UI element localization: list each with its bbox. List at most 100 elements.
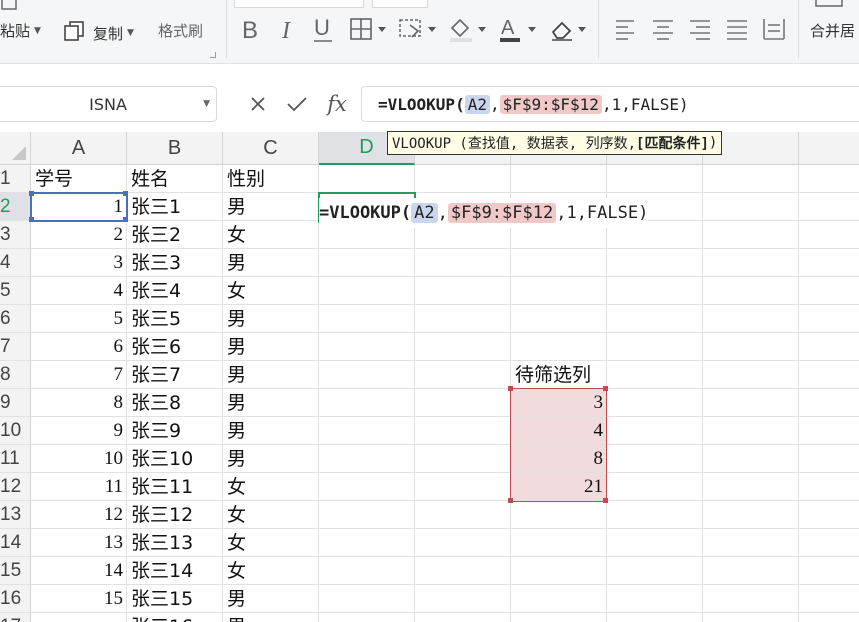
student-name-cell[interactable]: 张三7 bbox=[127, 361, 223, 389]
gender-cell[interactable]: 女 bbox=[223, 557, 319, 585]
grid-cell[interactable] bbox=[703, 473, 799, 501]
selection-handle[interactable] bbox=[123, 217, 128, 222]
grid-cell[interactable] bbox=[703, 333, 799, 361]
student-id-cell[interactable]: 10 bbox=[31, 445, 127, 473]
grid-cell[interactable] bbox=[415, 277, 511, 305]
grid-cell[interactable] bbox=[703, 417, 799, 445]
student-name-cell[interactable]: 张三15 bbox=[127, 585, 223, 613]
row-header[interactable]: 5 bbox=[0, 277, 31, 305]
grid-cell[interactable] bbox=[799, 613, 859, 622]
column-title-cell[interactable]: 姓名 bbox=[127, 165, 223, 193]
align-right-icon[interactable] bbox=[688, 14, 712, 44]
student-name-cell[interactable]: 张三10 bbox=[127, 445, 223, 473]
row-header[interactable]: 7 bbox=[0, 333, 31, 361]
check-icon[interactable] bbox=[283, 90, 311, 118]
row-header[interactable]: 16 bbox=[0, 585, 31, 613]
column-header-i[interactable] bbox=[799, 132, 859, 165]
row-header[interactable]: 3 bbox=[0, 221, 31, 249]
grid-cell[interactable] bbox=[799, 221, 859, 249]
grid-cell[interactable] bbox=[607, 333, 703, 361]
column-header-a[interactable]: A bbox=[31, 132, 127, 165]
grid-cell[interactable] bbox=[703, 529, 799, 557]
format-painter-button[interactable]: 格式刷 bbox=[158, 20, 203, 41]
grid-cell[interactable] bbox=[319, 529, 415, 557]
grid-cell[interactable] bbox=[799, 389, 859, 417]
align-center-icon[interactable] bbox=[651, 14, 675, 44]
selection-handle[interactable] bbox=[123, 191, 128, 196]
gender-cell[interactable]: 男 bbox=[223, 613, 319, 622]
row-header[interactable]: 17 bbox=[0, 613, 31, 622]
grid-cell[interactable] bbox=[703, 165, 799, 193]
grid-cell[interactable] bbox=[415, 473, 511, 501]
filter-header-cell[interactable]: 待筛选列 bbox=[511, 361, 607, 389]
range-handle[interactable] bbox=[603, 498, 608, 503]
paste-icon[interactable] bbox=[0, 0, 30, 12]
row-header[interactable]: 14 bbox=[0, 529, 31, 557]
student-name-cell[interactable]: 张三8 bbox=[127, 389, 223, 417]
close-icon[interactable] bbox=[244, 90, 272, 118]
grid-cell[interactable] bbox=[703, 193, 799, 221]
grid-cell[interactable] bbox=[415, 389, 511, 417]
student-name-cell[interactable]: 张三5 bbox=[127, 305, 223, 333]
cell-style-icon[interactable] bbox=[398, 14, 440, 44]
gender-cell[interactable]: 男 bbox=[223, 333, 319, 361]
grid-cell[interactable] bbox=[607, 445, 703, 473]
clipboard-group-launcher-icon[interactable] bbox=[210, 52, 216, 58]
select-all-corner[interactable] bbox=[0, 132, 31, 165]
gender-cell[interactable]: 女 bbox=[223, 221, 319, 249]
align-left-icon[interactable] bbox=[614, 14, 638, 44]
grid-cell[interactable] bbox=[415, 333, 511, 361]
grid-cell[interactable] bbox=[703, 277, 799, 305]
font-name-box[interactable] bbox=[234, 0, 364, 8]
grid-cell[interactable] bbox=[319, 305, 415, 333]
grid-cell[interactable] bbox=[511, 249, 607, 277]
bold-icon[interactable]: B bbox=[240, 14, 262, 44]
grid-cell[interactable] bbox=[703, 445, 799, 473]
student-name-cell[interactable]: 张三3 bbox=[127, 249, 223, 277]
grid-cell[interactable] bbox=[319, 277, 415, 305]
formula-input[interactable]: =VLOOKUP(A2, $F$9:$F$12,1,FALSE) bbox=[361, 86, 859, 122]
student-id-cell[interactable]: 5 bbox=[31, 305, 127, 333]
column-title-cell[interactable]: 性别 bbox=[223, 165, 319, 193]
grid-cell[interactable] bbox=[415, 249, 511, 277]
grid-cell[interactable] bbox=[607, 277, 703, 305]
student-id-cell[interactable]: 13 bbox=[31, 529, 127, 557]
grid-cell[interactable] bbox=[319, 613, 415, 622]
grid-cell[interactable] bbox=[511, 333, 607, 361]
grid-cell[interactable] bbox=[799, 445, 859, 473]
student-name-cell[interactable]: 张三9 bbox=[127, 417, 223, 445]
grid-cell[interactable] bbox=[703, 501, 799, 529]
grid-cell[interactable] bbox=[415, 557, 511, 585]
fill-color-icon[interactable] bbox=[448, 14, 490, 44]
grid-cell[interactable] bbox=[799, 417, 859, 445]
grid-cell[interactable] bbox=[703, 221, 799, 249]
merge-icon[interactable] bbox=[810, 0, 850, 8]
student-id-cell[interactable]: 15 bbox=[31, 585, 127, 613]
grid-cell[interactable] bbox=[703, 585, 799, 613]
gender-cell[interactable]: 男 bbox=[223, 585, 319, 613]
grid-cell[interactable] bbox=[607, 361, 703, 389]
student-name-cell[interactable]: 张三2 bbox=[127, 221, 223, 249]
grid-cell[interactable] bbox=[319, 249, 415, 277]
underline-icon[interactable]: U bbox=[312, 14, 336, 44]
gender-cell[interactable]: 男 bbox=[223, 361, 319, 389]
student-id-cell[interactable] bbox=[31, 613, 127, 622]
student-name-cell[interactable]: 张三14 bbox=[127, 557, 223, 585]
paste-dropdown-icon[interactable]: ▼ bbox=[34, 26, 41, 36]
gender-cell[interactable]: 女 bbox=[223, 501, 319, 529]
font-color-icon[interactable]: A bbox=[498, 14, 540, 44]
grid-cell[interactable] bbox=[511, 165, 607, 193]
grid-cell[interactable] bbox=[799, 529, 859, 557]
grid-cell[interactable] bbox=[319, 501, 415, 529]
student-id-cell[interactable]: 6 bbox=[31, 333, 127, 361]
student-name-cell[interactable]: 张三12 bbox=[127, 501, 223, 529]
grid-cell[interactable] bbox=[607, 417, 703, 445]
grid-cell[interactable] bbox=[415, 585, 511, 613]
grid-cell[interactable] bbox=[511, 501, 607, 529]
grid-cell[interactable] bbox=[511, 613, 607, 622]
grid-cell[interactable] bbox=[607, 305, 703, 333]
range-handle[interactable] bbox=[508, 386, 513, 391]
grid-cell[interactable] bbox=[319, 361, 415, 389]
justify-icon[interactable] bbox=[725, 14, 749, 44]
gender-cell[interactable]: 女 bbox=[223, 277, 319, 305]
